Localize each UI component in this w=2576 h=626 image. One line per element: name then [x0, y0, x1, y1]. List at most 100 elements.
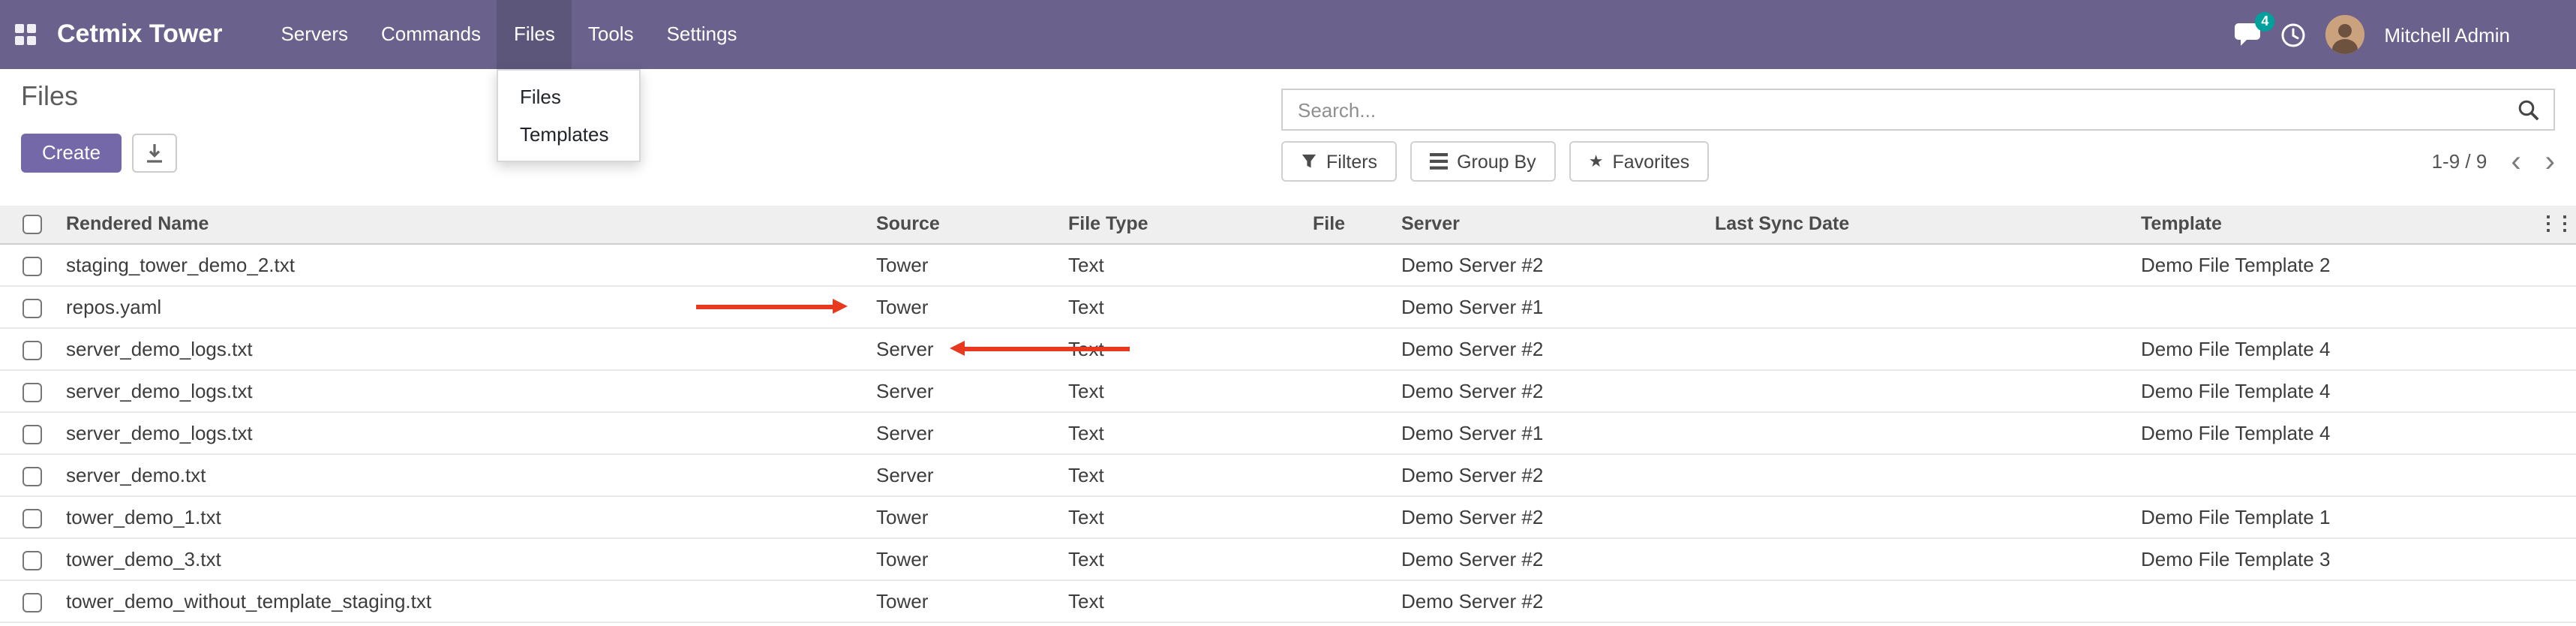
column-options-button[interactable]: ⋮⋮ — [2538, 209, 2571, 239]
table-row[interactable]: server_demo_logs.txt Server Text Demo Se… — [0, 411, 2576, 453]
cell-rendered-name: server_demo_logs.txt — [60, 369, 870, 411]
apps-grid-icon — [15, 24, 36, 45]
create-button[interactable]: Create — [21, 134, 122, 173]
favorites-label: Favorites — [1612, 151, 1689, 172]
column-header-template[interactable]: Template — [2135, 206, 2576, 243]
row-checkbox[interactable] — [23, 592, 42, 612]
apps-menu-button[interactable] — [0, 0, 51, 69]
cell-template: Demo File Template 3 — [2135, 537, 2576, 579]
cell-source: Tower — [870, 285, 1062, 327]
table-row[interactable]: server_demo_logs.txt Server Text Demo Se… — [0, 369, 2576, 411]
menu-files[interactable]: Files Files Templates — [497, 0, 572, 69]
cell-file-type: Text — [1062, 243, 1307, 285]
column-header-file[interactable]: File — [1307, 206, 1395, 243]
pager: 1-9 / 9 ‹ › — [2432, 146, 2555, 176]
cell-server: Demo Server #2 — [1395, 243, 1709, 285]
main-menu: Servers Commands Files Files Templates T… — [264, 0, 753, 69]
cell-template: Demo File Template 1 — [2135, 495, 2576, 537]
activities-button[interactable] — [2280, 22, 2306, 47]
menu-servers[interactable]: Servers — [264, 0, 365, 69]
cell-file-type: Text — [1062, 369, 1307, 411]
row-checkbox[interactable] — [23, 382, 42, 402]
row-checkbox[interactable] — [23, 256, 42, 275]
select-all-checkbox[interactable] — [23, 215, 42, 235]
table-row[interactable]: tower_demo_1.txt Tower Text Demo Server … — [0, 495, 2576, 537]
row-checkbox[interactable] — [23, 424, 42, 444]
row-checkbox[interactable] — [23, 340, 42, 360]
search-option-buttons: Filters Group By ★ Favorites — [1281, 141, 1709, 182]
search-icon[interactable] — [2517, 99, 2540, 129]
avatar[interactable] — [2325, 15, 2364, 54]
user-photo — [2325, 15, 2364, 54]
cell-source: Tower — [870, 243, 1062, 285]
column-header-source[interactable]: Source — [870, 206, 1062, 243]
cell-file-type: Text — [1062, 453, 1307, 495]
cell-server: Demo Server #2 — [1395, 537, 1709, 579]
menu-settings[interactable]: Settings — [650, 0, 754, 69]
cell-template — [2135, 579, 2576, 621]
cell-server: Demo Server #2 — [1395, 579, 1709, 621]
cell-rendered-name: staging_tower_demo_2.txt — [60, 243, 870, 285]
search-options-row: Filters Group By ★ Favorites — [1281, 141, 2555, 182]
app-title[interactable]: Cetmix Tower — [51, 0, 237, 69]
control-panel: Files Create — [0, 69, 2576, 206]
table-row[interactable]: server_demo.txt Server Text Demo Server … — [0, 453, 2576, 495]
cell-last-sync-date — [1709, 243, 2135, 285]
cell-file-type: Text — [1062, 537, 1307, 579]
cell-last-sync-date — [1709, 453, 2135, 495]
cell-template: Demo File Template 4 — [2135, 411, 2576, 453]
messages-badge: 4 — [2255, 12, 2274, 32]
filters-button[interactable]: Filters — [1281, 141, 1397, 182]
column-header-server[interactable]: Server — [1395, 206, 1709, 243]
column-header-rendered-name[interactable]: Rendered Name — [60, 206, 870, 243]
pager-previous-button[interactable]: ‹ — [2511, 146, 2520, 176]
filter-funnel-icon — [1301, 153, 1317, 170]
group-by-button[interactable]: Group By — [1410, 141, 1556, 182]
user-name[interactable]: Mitchell Admin — [2384, 23, 2510, 46]
row-checkbox[interactable] — [23, 508, 42, 528]
control-panel-right: Filters Group By ★ Favorites — [1281, 89, 2555, 182]
cell-template — [2135, 285, 2576, 327]
cell-file — [1307, 537, 1395, 579]
row-checkbox[interactable] — [23, 466, 42, 486]
menu-tools[interactable]: Tools — [572, 0, 650, 69]
action-buttons: Create — [21, 134, 177, 173]
cell-source: Tower — [870, 495, 1062, 537]
cell-rendered-name: server_demo.txt — [60, 453, 870, 495]
messages-button[interactable]: 4 — [2234, 23, 2261, 47]
cell-file — [1307, 369, 1395, 411]
cell-source: Tower — [870, 579, 1062, 621]
files-table: Rendered Name Source File Type File Serv… — [0, 206, 2576, 622]
table-row[interactable]: tower_demo_3.txt Tower Text Demo Server … — [0, 537, 2576, 579]
table-row[interactable]: staging_tower_demo_2.txt Tower Text Demo… — [0, 243, 2576, 285]
cell-source: Server — [870, 411, 1062, 453]
table-row[interactable]: repos.yaml Tower Text Demo Server #1 — [0, 285, 2576, 327]
table-header-row: Rendered Name Source File Type File Serv… — [0, 206, 2576, 243]
dropdown-item-templates[interactable]: Templates — [499, 116, 640, 153]
row-checkbox[interactable] — [23, 298, 42, 318]
menu-commands[interactable]: Commands — [365, 0, 497, 69]
pager-next-button[interactable]: › — [2545, 146, 2555, 176]
page-title: Files — [21, 81, 177, 113]
favorites-button[interactable]: ★ Favorites — [1569, 141, 1710, 182]
cell-last-sync-date — [1709, 411, 2135, 453]
cell-rendered-name: tower_demo_without_template_staging.txt — [60, 579, 870, 621]
search-input[interactable] — [1283, 90, 2553, 129]
row-checkbox[interactable] — [23, 550, 42, 570]
cell-last-sync-date — [1709, 327, 2135, 369]
filters-label: Filters — [1326, 151, 1377, 172]
cell-file — [1307, 327, 1395, 369]
cell-rendered-name: server_demo_logs.txt — [60, 411, 870, 453]
table-row[interactable]: tower_demo_without_template_staging.txt … — [0, 579, 2576, 621]
dropdown-item-files[interactable]: Files — [499, 78, 640, 116]
menu-files-label: Files — [514, 23, 555, 45]
cell-rendered-name: tower_demo_1.txt — [60, 495, 870, 537]
group-by-label: Group By — [1457, 151, 1536, 172]
cell-server: Demo Server #1 — [1395, 285, 1709, 327]
column-header-file-type[interactable]: File Type — [1062, 206, 1307, 243]
column-header-last-sync-date[interactable]: Last Sync Date — [1709, 206, 2135, 243]
download-icon — [144, 143, 165, 164]
export-button[interactable] — [132, 134, 177, 173]
table-row[interactable]: server_demo_logs.txt Server Text Demo Se… — [0, 327, 2576, 369]
control-panel-left: Files Create — [21, 81, 177, 173]
